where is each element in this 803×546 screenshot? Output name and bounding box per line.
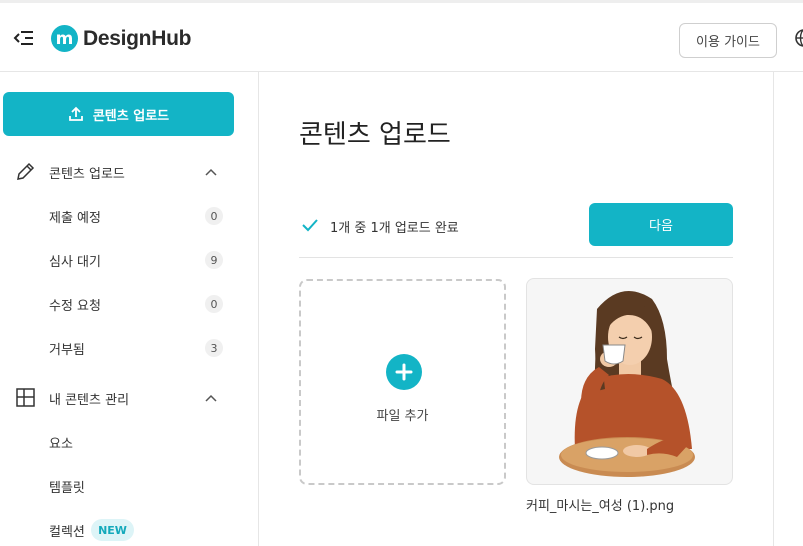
section-manage-content[interactable]: 내 콘텐츠 관리 [0, 383, 240, 413]
sidebar-item-label: 거부됨 [49, 342, 85, 358]
section-content-upload[interactable]: 콘텐츠 업로드 [0, 157, 240, 187]
logo-text: DesignHub [83, 26, 192, 50]
section-label: 콘텐츠 업로드 [49, 166, 125, 182]
chevron-up-icon[interactable] [204, 165, 218, 179]
logo[interactable]: m DesignHub [51, 25, 191, 52]
new-badge: NEW [91, 519, 134, 541]
sidebar-item-label: 수정 요청 [49, 298, 101, 314]
page-title: 콘텐츠 업로드 [299, 120, 451, 150]
count-badge: 0 [205, 295, 223, 313]
upload-status-text: 1개 중 1개 업로드 완료 [330, 221, 459, 236]
sidebar-item-to-submit[interactable]: 제출 예정 0 [0, 201, 240, 231]
sidebar-item-label: 요소 [49, 436, 73, 452]
count-badge: 0 [205, 207, 223, 225]
sidebar-item-elements[interactable]: 요소 [0, 427, 240, 457]
chevron-up-icon[interactable] [204, 391, 218, 405]
upload-status-row: 1개 중 1개 업로드 완료 다음 [299, 203, 733, 258]
count-badge: 9 [205, 251, 223, 269]
add-file-label: 파일 추가 [376, 409, 429, 424]
sidebar-item-label: 템플릿 [49, 480, 85, 496]
count-badge: 3 [205, 339, 223, 357]
logo-mark: m [51, 25, 78, 52]
sidebar-item-label: 제출 예정 [49, 210, 101, 226]
sidebar-upload-button[interactable]: 콘텐츠 업로드 [3, 92, 234, 136]
top-header: m DesignHub 이용 가이드 [0, 0, 803, 72]
next-button[interactable]: 다음 [589, 203, 733, 246]
globe-icon[interactable] [794, 28, 803, 48]
section-label: 내 콘텐츠 관리 [49, 392, 130, 408]
sidebar-upload-label: 콘텐츠 업로드 [92, 108, 170, 124]
sidebar-item-label: 컬렉션 [49, 524, 85, 540]
plus-icon [386, 354, 422, 390]
uploaded-file-name: 커피_마시는_여성 (1).png [526, 499, 675, 514]
sidebar-item-label: 심사 대기 [49, 254, 101, 270]
menu-collapse-icon[interactable] [10, 25, 36, 51]
guide-button[interactable]: 이용 가이드 [679, 23, 777, 58]
sidebar-item-revision-requested[interactable]: 수정 요청 0 [0, 289, 240, 319]
sidebar-item-collections[interactable]: 컬렉션 NEW [0, 515, 240, 545]
upload-icon [68, 106, 84, 122]
sidebar: 콘텐츠 업로드 콘텐츠 업로드 제출 예정 0 심사 대기 9 수정 요청 0 … [0, 72, 259, 546]
uploaded-image-thumbnail[interactable] [526, 278, 733, 485]
woman-drinking-coffee-illustration [559, 291, 695, 477]
grid-layout-icon [15, 387, 36, 408]
sidebar-item-rejected[interactable]: 거부됨 3 [0, 333, 240, 363]
right-panel-divider [773, 72, 774, 546]
pencil-icon [15, 161, 36, 182]
add-file-dropzone[interactable]: 파일 추가 [299, 279, 506, 485]
sidebar-item-pending-review[interactable]: 심사 대기 9 [0, 245, 240, 275]
check-icon [301, 216, 319, 234]
sidebar-item-templates[interactable]: 템플릿 [0, 471, 240, 501]
